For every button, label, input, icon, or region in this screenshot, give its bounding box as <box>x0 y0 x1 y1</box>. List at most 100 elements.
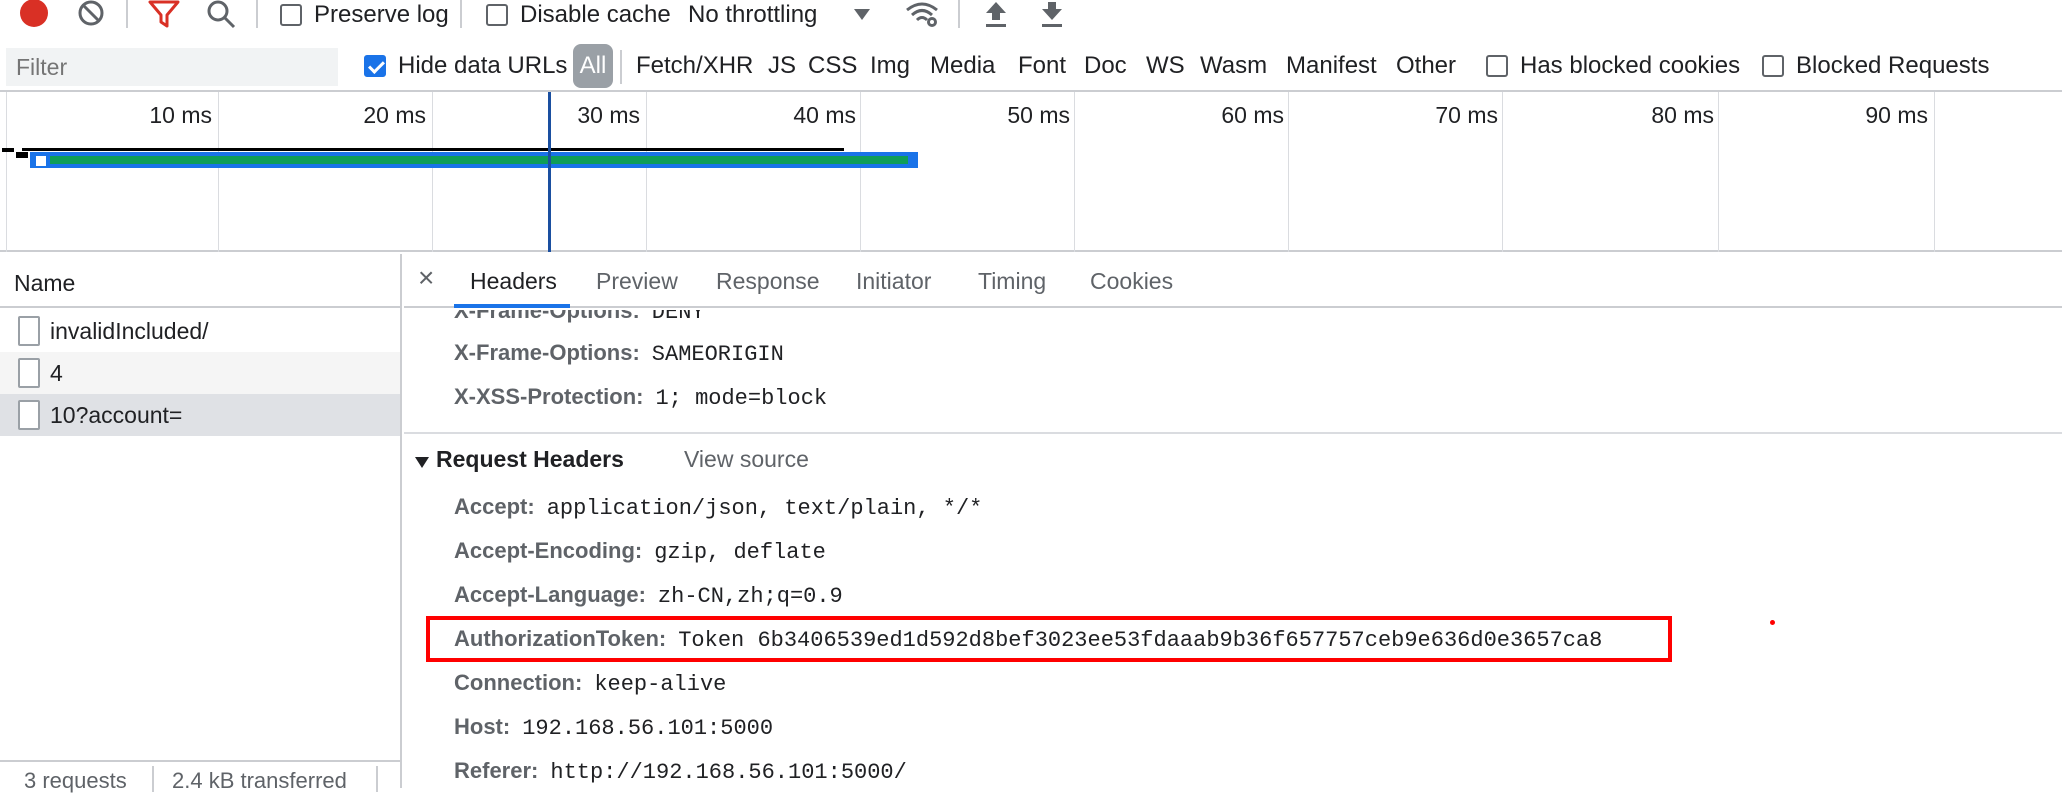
header-name: Accept-Language: <box>454 582 646 607</box>
header-name: X-Frame-Options: <box>454 340 640 365</box>
toolbar-divider <box>958 0 960 28</box>
timeline-tick-label: 30 ms <box>577 102 640 128</box>
timeline-gridline <box>1074 92 1075 252</box>
import-har-button[interactable] <box>982 0 1010 30</box>
clear-button[interactable] <box>76 0 106 30</box>
timeline-overview[interactable]: 10 ms 20 ms 30 ms 40 ms 50 ms 60 ms 70 m… <box>0 90 2062 252</box>
toolbar-divider <box>126 0 128 28</box>
type-filter-css[interactable]: CSS <box>808 52 857 80</box>
record-button[interactable] <box>18 0 50 30</box>
has-blocked-cookies-label: Has blocked cookies <box>1520 52 1741 79</box>
timeline-tick-label: 80 ms <box>1651 102 1714 128</box>
header-value: DENY <box>651 310 705 325</box>
disable-cache-checkbox[interactable] <box>486 4 508 26</box>
hide-data-urls-label: Hide data URLs <box>398 52 568 79</box>
type-filter-font[interactable]: Font <box>1018 52 1066 80</box>
clear-icon <box>78 0 104 26</box>
disable-cache-toggle[interactable]: Disable cache <box>486 0 671 30</box>
document-icon <box>18 358 40 388</box>
annotation-dot <box>1770 620 1775 625</box>
preserve-log-toggle[interactable]: Preserve log <box>280 0 449 30</box>
blocked-requests-checkbox[interactable] <box>1762 55 1784 77</box>
type-filter-media[interactable]: Media <box>930 52 995 80</box>
response-header-row: X-XSS-Protection: 1; mode=block <box>454 384 827 411</box>
request-name: invalidIncluded/ <box>50 317 209 344</box>
header-name: X-Frame-Options: <box>454 310 640 323</box>
response-header-row: X-Frame-Options: SAMEORIGIN <box>454 340 784 367</box>
section-divider <box>404 432 2062 434</box>
timeline-tick-label: 20 ms <box>363 102 426 128</box>
timeline-gridline <box>646 92 647 252</box>
type-filter-fetch-xhr[interactable]: Fetch/XHR <box>636 52 753 80</box>
transferred-size: 2.4 kB transferred <box>172 768 347 793</box>
hide-data-urls-toggle[interactable]: Hide data URLs <box>364 52 567 80</box>
header-name: Connection: <box>454 670 583 695</box>
type-filter-wasm[interactable]: Wasm <box>1200 52 1267 80</box>
document-icon <box>18 316 40 346</box>
timeline-gridline <box>6 92 7 252</box>
request-row-selected[interactable]: 10?account= <box>0 394 400 436</box>
response-header-row: X-Frame-Options: DENY <box>454 310 705 325</box>
timeline-tick-label: 10 ms <box>149 102 212 128</box>
request-list-panel: Name invalidIncluded/ 4 10?account= 3 re… <box>0 254 402 793</box>
timeline-gridline <box>1502 92 1503 252</box>
tab-initiator[interactable]: Initiator <box>856 268 931 295</box>
has-blocked-cookies-toggle[interactable]: Has blocked cookies <box>1486 52 1740 80</box>
header-value: SAMEORIGIN <box>651 342 784 367</box>
has-blocked-cookies-checkbox[interactable] <box>1486 55 1508 77</box>
header-value: Token 6b3406539ed1d592d8bef3023ee53fdaaa… <box>678 628 1603 653</box>
expand-triangle-icon[interactable] <box>414 454 430 470</box>
upload-icon <box>986 2 1006 27</box>
header-name: Referer: <box>454 758 539 783</box>
request-name: 10?account= <box>50 401 183 428</box>
request-headers-title[interactable]: Request Headers <box>436 446 624 473</box>
tab-timing[interactable]: Timing <box>978 268 1046 295</box>
preserve-log-checkbox[interactable] <box>280 4 302 26</box>
tab-cookies[interactable]: Cookies <box>1090 268 1173 295</box>
request-header-row: Accept: application/json, text/plain, */* <box>454 494 982 521</box>
export-har-button[interactable] <box>1038 0 1066 30</box>
timeline-tick-label: 70 ms <box>1435 102 1498 128</box>
type-filter-doc[interactable]: Doc <box>1084 52 1127 80</box>
type-filter-all[interactable]: All <box>573 44 613 88</box>
document-icon <box>18 400 40 430</box>
tab-response[interactable]: Response <box>716 268 820 295</box>
type-filter-js[interactable]: JS <box>768 52 796 80</box>
download-icon <box>1042 2 1062 27</box>
name-column-header[interactable]: Name <box>0 254 400 308</box>
header-value: 1; mode=block <box>655 386 828 411</box>
tab-preview[interactable]: Preview <box>596 268 678 295</box>
filter-toggle-button[interactable] <box>148 0 180 30</box>
network-status-bar: 3 requests 2.4 kB transferred <box>0 760 400 793</box>
type-filter-manifest[interactable]: Manifest <box>1286 52 1377 80</box>
view-source-link[interactable]: View source <box>684 446 809 473</box>
headers-content: X-Frame-Options: DENY X-Frame-Options: SAM… <box>404 310 2062 788</box>
timeline-gridline <box>432 92 433 252</box>
type-filter-img[interactable]: Img <box>870 52 910 80</box>
throttling-select[interactable]: No throttling <box>688 0 871 30</box>
close-icon[interactable]: × <box>418 262 434 294</box>
tab-headers[interactable]: Headers <box>470 268 557 295</box>
filter-divider <box>620 50 622 84</box>
hide-data-urls-checkbox[interactable] <box>364 55 386 77</box>
disable-cache-label: Disable cache <box>520 1 671 28</box>
type-filter-ws[interactable]: WS <box>1146 52 1185 80</box>
blocked-requests-toggle[interactable]: Blocked Requests <box>1762 52 1989 80</box>
blocked-requests-label: Blocked Requests <box>1796 52 1990 79</box>
request-row[interactable]: 4 <box>0 352 400 394</box>
timeline-gridline <box>1934 92 1935 252</box>
request-row[interactable]: invalidIncluded/ <box>0 310 400 352</box>
timeline-tick-label: 50 ms <box>1007 102 1070 128</box>
details-tab-bar: × Headers Preview Response Initiator Tim… <box>404 254 2062 308</box>
request-header-row: Accept-Encoding: gzip, deflate <box>454 538 826 565</box>
request-count: 3 requests <box>24 768 127 793</box>
network-conditions-button[interactable] <box>904 0 940 30</box>
timeline-gridline <box>1718 92 1719 252</box>
wifi-gear-icon <box>906 2 938 27</box>
header-name: Host: <box>454 714 511 739</box>
header-value: gzip, deflate <box>654 540 826 565</box>
toolbar-divider <box>460 0 462 28</box>
type-filter-other[interactable]: Other <box>1396 52 1456 80</box>
filter-input[interactable] <box>6 48 338 86</box>
search-button[interactable] <box>206 0 236 30</box>
